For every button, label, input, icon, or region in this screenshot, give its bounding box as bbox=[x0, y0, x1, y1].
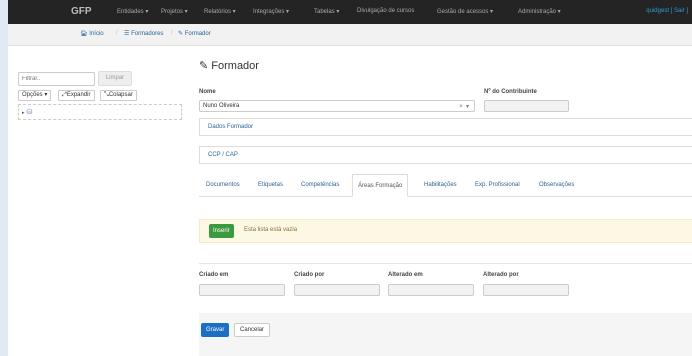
cancel-button[interactable]: Cancelar bbox=[234, 323, 271, 337]
database-icon: ⛁ bbox=[26, 109, 33, 116]
breadcrumb-formadores-label: Formadores bbox=[131, 31, 164, 37]
collapse-label: Colapsar bbox=[108, 92, 133, 98]
tab-areas-formacao[interactable]: Áreas Formação bbox=[352, 174, 409, 197]
nav-divulgacao[interactable]: Divulgação de cursos bbox=[357, 8, 414, 14]
list-icon: ☰ bbox=[124, 31, 130, 37]
changed-on-field bbox=[388, 284, 474, 296]
expand-label: Expandir bbox=[66, 92, 91, 98]
name-select-value: Nuno Oliveira bbox=[203, 103, 240, 109]
tab-etiquetas[interactable]: Etiquetas bbox=[258, 182, 283, 188]
nif-label: Nº do Contribuinte bbox=[484, 89, 537, 95]
clear-filter-button[interactable]: Limpar bbox=[98, 71, 132, 86]
tab-documentos[interactable]: Documentos bbox=[206, 182, 240, 188]
empty-list-text: Esta lista está vazia bbox=[244, 227, 298, 233]
tree-root-node[interactable]: ▸ ⛁ bbox=[22, 108, 32, 116]
panel-dados-formador[interactable]: Dados Formador bbox=[199, 118, 692, 136]
pencil-icon: ✎ bbox=[178, 31, 184, 37]
page-title: ✎ Formador bbox=[199, 59, 259, 72]
section-divider bbox=[199, 263, 692, 264]
breadcrumb-home-label: Início bbox=[89, 31, 104, 37]
breadcrumb: 🏠︎ Início / ☰ Formadores / ✎ Formador bbox=[8, 24, 692, 46]
clear-select-icon[interactable]: × ▾ bbox=[459, 103, 469, 110]
breadcrumb-formadores[interactable]: ☰ Formadores bbox=[124, 30, 163, 37]
created-by-field bbox=[294, 284, 380, 296]
breadcrumb-current-label: Formador bbox=[184, 31, 211, 37]
save-button[interactable]: Gravar bbox=[201, 323, 230, 337]
panel-ccp-cap-label: CCP / CAP bbox=[208, 152, 238, 158]
detail-tabs: Documentos Etiquetas Competências Áreas … bbox=[199, 174, 692, 197]
nif-field[interactable] bbox=[484, 100, 569, 112]
user-logout-link[interactable]: quidgest [ Sair ] bbox=[646, 8, 688, 14]
breadcrumb-home[interactable]: 🏠︎ Início bbox=[80, 30, 104, 37]
breadcrumb-separator: / bbox=[171, 30, 173, 36]
expand-button[interactable]: ⤢Expandir bbox=[58, 90, 95, 101]
created-on-field bbox=[199, 284, 285, 296]
panel-dados-formador-label: Dados Formador bbox=[208, 124, 254, 130]
breadcrumb-separator: / bbox=[116, 30, 118, 36]
page-title-text: Formador bbox=[211, 60, 259, 72]
changed-by-label: Alterado por bbox=[483, 272, 519, 278]
pencil-icon: ✎ bbox=[199, 60, 209, 72]
changed-by-field bbox=[483, 284, 569, 296]
nav-projetos[interactable]: Projetos ▾ bbox=[161, 8, 188, 15]
nav-integracoes[interactable]: Integrações ▾ bbox=[253, 8, 289, 15]
nav-entidades[interactable]: Entidades ▾ bbox=[117, 8, 148, 15]
nav-relatorios[interactable]: Relatórios ▾ bbox=[204, 8, 236, 15]
changed-on-label: Alterado em bbox=[388, 272, 423, 278]
brand-logo[interactable]: GFP bbox=[71, 6, 92, 17]
tree-filter-input[interactable] bbox=[18, 72, 95, 86]
name-label: Nome bbox=[199, 89, 216, 95]
nav-tabelas[interactable]: Tabelas ▾ bbox=[314, 8, 339, 15]
created-on-label: Criado em bbox=[199, 272, 229, 278]
nav-gestao-acessos[interactable]: Gestão de acessos ▾ bbox=[437, 8, 493, 15]
tab-exp-profissional[interactable]: Exp. Profissional bbox=[475, 182, 520, 188]
nav-administracao[interactable]: Administração ▾ bbox=[518, 8, 561, 15]
panel-ccp-cap[interactable]: CCP / CAP bbox=[199, 146, 692, 164]
caret-right-icon: ▸ bbox=[22, 110, 25, 116]
tab-competencias[interactable]: Competências bbox=[301, 182, 339, 188]
tab-observacoes[interactable]: Observações bbox=[539, 182, 574, 188]
name-select[interactable]: Nuno Oliveira × ▾ bbox=[199, 100, 475, 112]
tree-view: ▸ ⛁ bbox=[18, 104, 182, 120]
form-footer bbox=[199, 313, 692, 356]
created-by-label: Criado por bbox=[294, 272, 325, 278]
top-navbar: GFP Entidades ▾ Projetos ▾ Relatórios ▾ … bbox=[8, 0, 692, 24]
tab-habilitacoes[interactable]: Habilitações bbox=[424, 182, 457, 188]
insert-button[interactable]: Inserir bbox=[209, 224, 234, 238]
breadcrumb-current: ✎ Formador bbox=[178, 30, 211, 37]
collapse-button[interactable]: ⤡Colapsar bbox=[100, 90, 137, 101]
options-dropdown-button[interactable]: Opções ▾ bbox=[18, 90, 52, 101]
empty-list-alert: Inserir Esta lista está vazia bbox=[199, 219, 692, 243]
home-icon: 🏠︎ bbox=[80, 31, 88, 37]
